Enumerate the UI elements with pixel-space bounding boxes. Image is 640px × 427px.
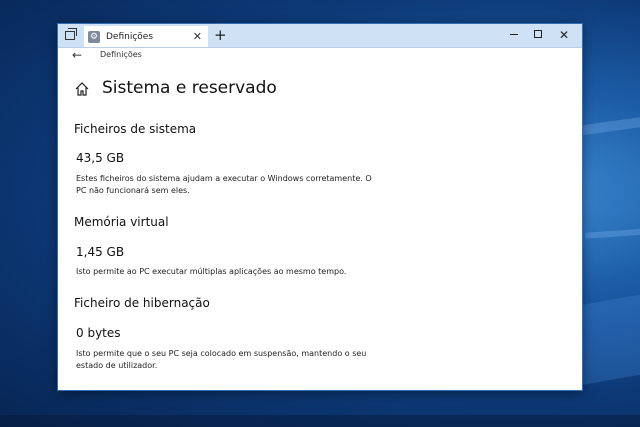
- page-title: Sistema e reservado: [102, 78, 277, 98]
- size-value: 0 bytes: [76, 326, 121, 340]
- task-view-icon[interactable]: [64, 28, 78, 42]
- section-description: Estes ficheiros do sistema ajudam a exec…: [76, 174, 372, 195]
- desktop-bottom-shade: [0, 415, 640, 427]
- maximize-button[interactable]: [528, 27, 548, 43]
- section-title: Ficheiros de sistema: [74, 122, 197, 136]
- section-description: Isto permite que o seu PC seja colocado …: [76, 349, 367, 370]
- close-tab-icon[interactable]: ✕: [193, 31, 202, 42]
- size-value: 1,45 GB: [76, 245, 125, 259]
- desktop-light-beam: [584, 227, 640, 239]
- tab-label: Definições: [106, 31, 154, 42]
- gear-icon: ⚙: [88, 30, 100, 43]
- back-arrow-icon[interactable]: ←: [72, 48, 82, 62]
- section-title: Ficheiro de hibernação: [74, 296, 210, 310]
- breadcrumb: Definições: [100, 50, 142, 59]
- title-bar: ⚙ Definições ✕ + ✕: [58, 24, 582, 48]
- section-description: Isto permite ao PC executar múltiplas ap…: [76, 267, 347, 276]
- minimize-button[interactable]: [504, 27, 524, 43]
- new-tab-button[interactable]: +: [214, 26, 227, 44]
- close-button[interactable]: ✕: [554, 27, 574, 43]
- section-title: Memória virtual: [74, 215, 169, 229]
- tab-settings[interactable]: ⚙ Definições ✕: [84, 26, 208, 47]
- home-icon[interactable]: [74, 81, 90, 97]
- size-value: 43,5 GB: [76, 151, 125, 165]
- settings-window: ⚙ Definições ✕ + ✕ ← Definições Sistema …: [58, 24, 582, 390]
